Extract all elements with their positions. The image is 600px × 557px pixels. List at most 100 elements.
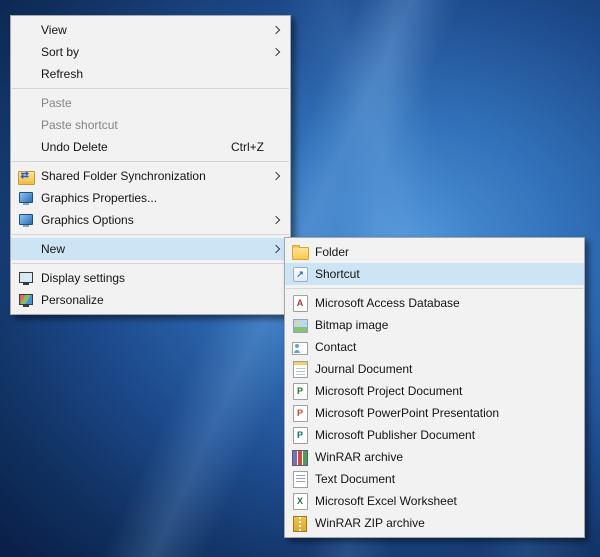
submenu-item-shortcut[interactable]: Shortcut <box>285 263 584 285</box>
menu-item-new[interactable]: New <box>11 238 290 260</box>
menu-item-label: WinRAR ZIP archive <box>315 516 425 530</box>
icon-slot <box>285 244 315 260</box>
menu-item-label: Paste <box>41 96 72 110</box>
menu-item-personalize[interactable]: Personalize <box>11 289 290 311</box>
keyboard-shortcut-label: Ctrl+Z <box>231 140 264 154</box>
menu-item-label: Contact <box>315 340 357 354</box>
menu-item-display-settings[interactable]: Display settings <box>11 267 290 289</box>
icon-slot <box>11 139 41 155</box>
icon-slot <box>11 22 41 38</box>
submenu-item-contact[interactable]: Contact <box>285 336 584 358</box>
menu-separator <box>12 234 289 235</box>
icon-slot <box>285 515 315 532</box>
publisher-icon: P <box>292 426 308 444</box>
submenu-arrow-icon <box>271 171 281 181</box>
submenu-item-bitmap-image[interactable]: Bitmap image <box>285 314 584 336</box>
submenu-arrow-icon <box>271 215 281 225</box>
submenu-item-journal-document[interactable]: Journal Document <box>285 358 584 380</box>
icon-slot <box>11 44 41 60</box>
menu-item-label: Shared Folder Synchronization <box>41 169 206 183</box>
display-settings-icon <box>18 270 34 286</box>
submenu-arrow-icon <box>271 244 281 254</box>
icon-slot <box>11 190 41 206</box>
menu-item-paste-shortcut: Paste shortcut <box>11 114 290 136</box>
icon-slot: X <box>285 492 315 510</box>
menu-item-label: Bitmap image <box>315 318 389 332</box>
menu-item-label: Folder <box>315 245 350 259</box>
icon-slot <box>285 449 315 466</box>
submenu-item-folder[interactable]: Folder <box>285 241 584 263</box>
menu-item-label: New <box>41 242 66 256</box>
menu-item-label: Undo Delete <box>41 140 108 154</box>
menu-item-label: WinRAR archive <box>315 450 404 464</box>
icon-letter: P <box>296 429 303 440</box>
project-icon: P <box>292 382 308 400</box>
icon-slot <box>11 270 41 286</box>
menu-item-label: Microsoft Project Document <box>315 384 463 398</box>
menu-item-refresh[interactable]: Refresh <box>11 63 290 85</box>
menu-separator <box>12 161 289 162</box>
context-menu: View Sort by Refresh Paste Paste shortcu… <box>10 15 291 315</box>
icon-slot: P <box>285 382 315 400</box>
icon-slot <box>285 360 315 378</box>
menu-item-view[interactable]: View <box>11 19 290 41</box>
icon-slot: P <box>285 404 315 422</box>
menu-item-graphics-properties[interactable]: Graphics Properties... <box>11 187 290 209</box>
shortcut-icon <box>292 267 308 282</box>
submenu-item-winrar-archive[interactable]: WinRAR archive <box>285 446 584 468</box>
submenu-arrow-icon <box>271 47 281 57</box>
menu-item-label: Display settings <box>41 271 126 285</box>
journal-icon <box>292 360 308 378</box>
excel-icon: X <box>292 492 308 510</box>
menu-item-label: Microsoft Publisher Document <box>315 428 476 442</box>
menu-item-label: Graphics Options <box>41 213 134 227</box>
menu-item-label: Microsoft Access Database <box>315 296 460 310</box>
access-database-icon: A <box>292 294 308 312</box>
submenu-item-text-document[interactable]: Text Document <box>285 468 584 490</box>
contact-icon <box>292 342 308 355</box>
submenu-item-powerpoint-presentation[interactable]: P Microsoft PowerPoint Presentation <box>285 402 584 424</box>
icon-letter: P <box>296 407 303 418</box>
icon-slot <box>285 317 315 333</box>
menu-separator <box>12 263 289 264</box>
desktop[interactable]: View Sort by Refresh Paste Paste shortcu… <box>0 0 600 557</box>
menu-item-shared-folder-synchronization[interactable]: Shared Folder Synchronization <box>11 165 290 187</box>
menu-item-label: Microsoft PowerPoint Presentation <box>315 406 500 420</box>
winrar-icon <box>292 449 308 466</box>
menu-item-label: Sort by <box>41 45 80 59</box>
icon-slot: A <box>285 294 315 312</box>
powerpoint-icon: P <box>292 404 308 422</box>
menu-item-label: Microsoft Excel Worksheet <box>315 494 457 508</box>
icon-slot <box>285 266 315 282</box>
submenu-item-publisher-document[interactable]: P Microsoft Publisher Document <box>285 424 584 446</box>
folder-icon <box>291 245 309 260</box>
icon-slot <box>285 470 315 488</box>
icon-letter: X <box>296 495 303 506</box>
icon-slot <box>11 168 41 185</box>
menu-separator <box>286 288 583 289</box>
bitmap-image-icon <box>292 319 308 333</box>
menu-separator <box>12 88 289 89</box>
submenu-item-access-database[interactable]: A Microsoft Access Database <box>285 292 584 314</box>
graphics-properties-icon <box>18 190 34 206</box>
menu-item-label: Paste shortcut <box>41 118 118 132</box>
icon-slot <box>11 292 41 308</box>
winrar-zip-icon <box>293 515 307 532</box>
icon-slot: P <box>285 426 315 444</box>
icon-slot <box>11 95 41 111</box>
submenu-item-project-document[interactable]: P Microsoft Project Document <box>285 380 584 402</box>
graphics-options-icon <box>18 212 34 228</box>
menu-item-label: Refresh <box>41 67 84 81</box>
menu-item-label: Journal Document <box>315 362 413 376</box>
submenu-item-excel-worksheet[interactable]: X Microsoft Excel Worksheet <box>285 490 584 512</box>
menu-item-undo-delete[interactable]: Undo Delete Ctrl+Z <box>11 136 290 158</box>
submenu-arrow-icon <box>271 25 281 35</box>
menu-item-graphics-options[interactable]: Graphics Options <box>11 209 290 231</box>
menu-item-label: Personalize <box>41 293 104 307</box>
menu-item-sort-by[interactable]: Sort by <box>11 41 290 63</box>
icon-slot <box>11 212 41 228</box>
submenu-item-winrar-zip-archive[interactable]: WinRAR ZIP archive <box>285 512 584 534</box>
menu-item-label: View <box>41 23 67 37</box>
icon-slot <box>11 117 41 133</box>
icon-letter: P <box>296 385 303 396</box>
